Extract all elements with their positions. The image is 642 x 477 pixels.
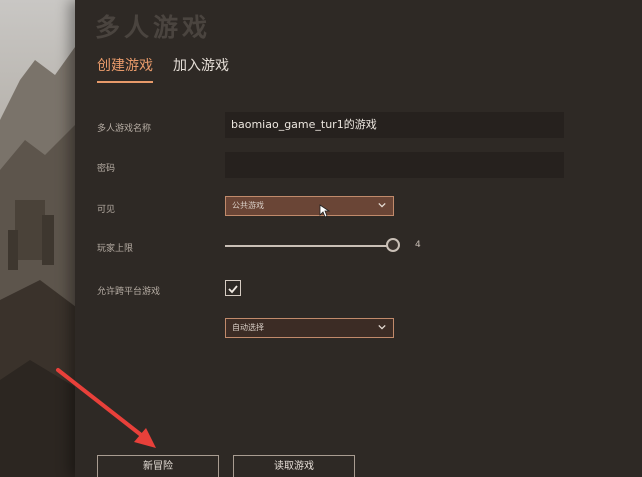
red-arrow-annotation bbox=[56, 368, 156, 448]
game-screen: 多人游戏 创建游戏 加入游戏 多人游戏名称 baomiao_game_tur1的… bbox=[0, 0, 642, 477]
